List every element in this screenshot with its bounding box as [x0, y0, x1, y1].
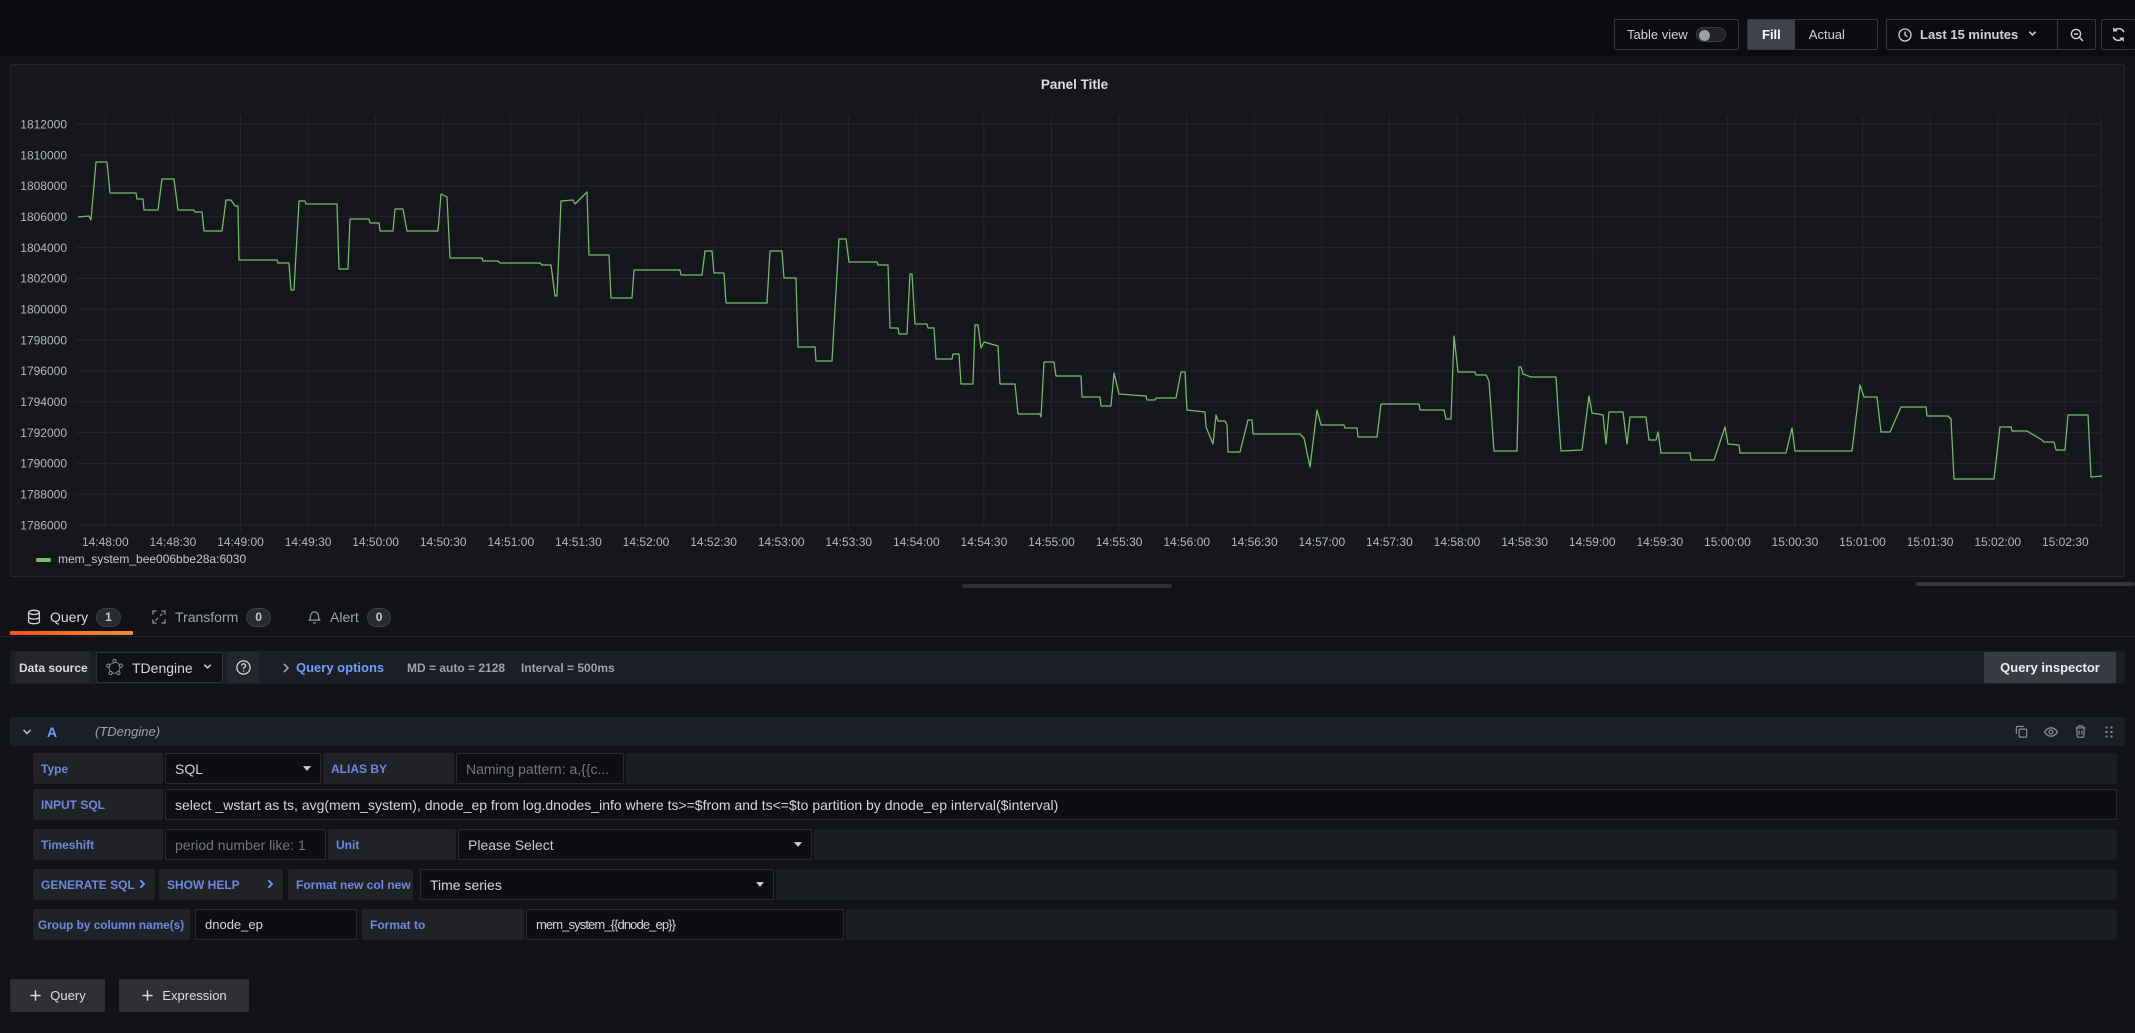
- svg-text:14:49:30: 14:49:30: [285, 535, 332, 549]
- svg-text:14:57:00: 14:57:00: [1298, 535, 1345, 549]
- svg-text:1804000: 1804000: [20, 241, 67, 255]
- svg-text:14:50:30: 14:50:30: [420, 535, 467, 549]
- svg-text:14:50:00: 14:50:00: [352, 535, 399, 549]
- svg-text:15:01:00: 15:01:00: [1839, 535, 1886, 549]
- svg-text:1802000: 1802000: [20, 272, 67, 286]
- svg-text:1812000: 1812000: [20, 118, 67, 132]
- svg-text:14:56:30: 14:56:30: [1231, 535, 1278, 549]
- svg-text:14:52:30: 14:52:30: [690, 535, 737, 549]
- svg-text:14:48:00: 14:48:00: [82, 535, 129, 549]
- svg-text:1800000: 1800000: [20, 303, 67, 317]
- svg-text:14:58:00: 14:58:00: [1434, 535, 1481, 549]
- svg-text:1792000: 1792000: [20, 426, 67, 440]
- svg-text:mem_system_bee006bbe28a:6030: mem_system_bee006bbe28a:6030: [58, 552, 246, 566]
- svg-text:1806000: 1806000: [20, 210, 67, 224]
- svg-text:1790000: 1790000: [20, 457, 67, 471]
- svg-text:14:52:00: 14:52:00: [623, 535, 670, 549]
- svg-text:1808000: 1808000: [20, 179, 67, 193]
- svg-text:1788000: 1788000: [20, 488, 67, 502]
- svg-text:15:02:00: 15:02:00: [1974, 535, 2021, 549]
- svg-text:14:59:30: 14:59:30: [1636, 535, 1683, 549]
- svg-text:1794000: 1794000: [20, 395, 67, 409]
- svg-text:14:57:30: 14:57:30: [1366, 535, 1413, 549]
- svg-text:1796000: 1796000: [20, 364, 67, 378]
- svg-text:14:54:00: 14:54:00: [893, 535, 940, 549]
- svg-text:14:51:00: 14:51:00: [487, 535, 534, 549]
- svg-text:14:59:00: 14:59:00: [1569, 535, 1616, 549]
- svg-text:14:55:30: 14:55:30: [1096, 535, 1143, 549]
- svg-text:14:49:00: 14:49:00: [217, 535, 264, 549]
- svg-text:15:00:30: 15:00:30: [1772, 535, 1819, 549]
- svg-text:14:48:30: 14:48:30: [150, 535, 197, 549]
- svg-text:1810000: 1810000: [20, 148, 67, 162]
- svg-text:14:53:30: 14:53:30: [825, 535, 872, 549]
- svg-text:14:55:00: 14:55:00: [1028, 535, 1075, 549]
- svg-text:14:58:30: 14:58:30: [1501, 535, 1548, 549]
- svg-text:1798000: 1798000: [20, 333, 67, 347]
- svg-text:14:54:30: 14:54:30: [961, 535, 1008, 549]
- svg-text:15:01:30: 15:01:30: [1907, 535, 1954, 549]
- svg-text:15:02:30: 15:02:30: [2042, 535, 2089, 549]
- svg-text:15:00:00: 15:00:00: [1704, 535, 1751, 549]
- svg-text:14:53:00: 14:53:00: [758, 535, 805, 549]
- svg-text:1786000: 1786000: [20, 518, 67, 532]
- svg-text:14:51:30: 14:51:30: [555, 535, 602, 549]
- svg-text:14:56:00: 14:56:00: [1163, 535, 1210, 549]
